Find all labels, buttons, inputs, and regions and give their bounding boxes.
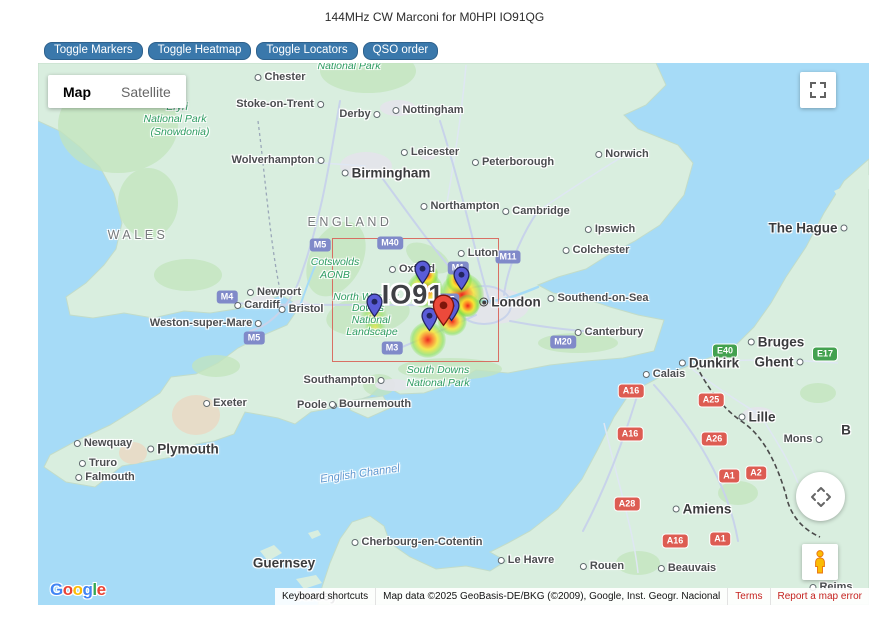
- pan-arrows-icon: [804, 480, 838, 514]
- map-base-geography: [38, 63, 869, 605]
- toggle-locators-button[interactable]: Toggle Locators: [256, 42, 357, 60]
- pan-control[interactable]: [796, 472, 845, 521]
- map-type-map-button[interactable]: Map: [48, 75, 106, 108]
- map-marker-red[interactable]: [432, 294, 455, 332]
- map-data-text: Map data ©2025 GeoBasis-DE/BKG (©2009), …: [375, 588, 727, 605]
- google-logo[interactable]: Google: [50, 580, 106, 600]
- map-marker-purple[interactable]: [453, 266, 470, 296]
- keyboard-shortcuts-link[interactable]: Keyboard shortcuts: [275, 588, 375, 605]
- attribution-bar: Keyboard shortcuts Map data ©2025 GeoBas…: [275, 588, 869, 605]
- google-logo-letter: e: [97, 580, 106, 599]
- google-logo-letter: o: [63, 580, 73, 599]
- qso-order-button[interactable]: QSO order: [363, 42, 439, 60]
- toggle-heatmap-button[interactable]: Toggle Heatmap: [148, 42, 252, 60]
- page-title: 144MHz CW Marconi for M0HPI IO91QG: [0, 10, 869, 24]
- toolbar: Toggle Markers Toggle Heatmap Toggle Loc…: [44, 42, 438, 60]
- pegman-button[interactable]: [802, 544, 838, 580]
- map-type-control: Map Satellite: [48, 75, 186, 108]
- report-error-link[interactable]: Report a map error: [770, 588, 869, 605]
- map-marker-purple[interactable]: [414, 260, 431, 290]
- map-marker-purple[interactable]: [366, 293, 383, 323]
- pegman-icon: [809, 549, 831, 575]
- terms-link[interactable]: Terms: [727, 588, 769, 605]
- fullscreen-button[interactable]: [800, 72, 836, 108]
- toggle-markers-button[interactable]: Toggle Markers: [44, 42, 143, 60]
- map[interactable]: M5M5M4M40M1M11M25M3M20A16A16A25A26A28A16…: [38, 63, 869, 605]
- google-logo-letter: o: [73, 580, 83, 599]
- fullscreen-icon: [809, 81, 827, 99]
- google-logo-letter: G: [50, 580, 63, 599]
- map-type-satellite-button[interactable]: Satellite: [106, 75, 186, 108]
- google-logo-letter: g: [83, 580, 93, 599]
